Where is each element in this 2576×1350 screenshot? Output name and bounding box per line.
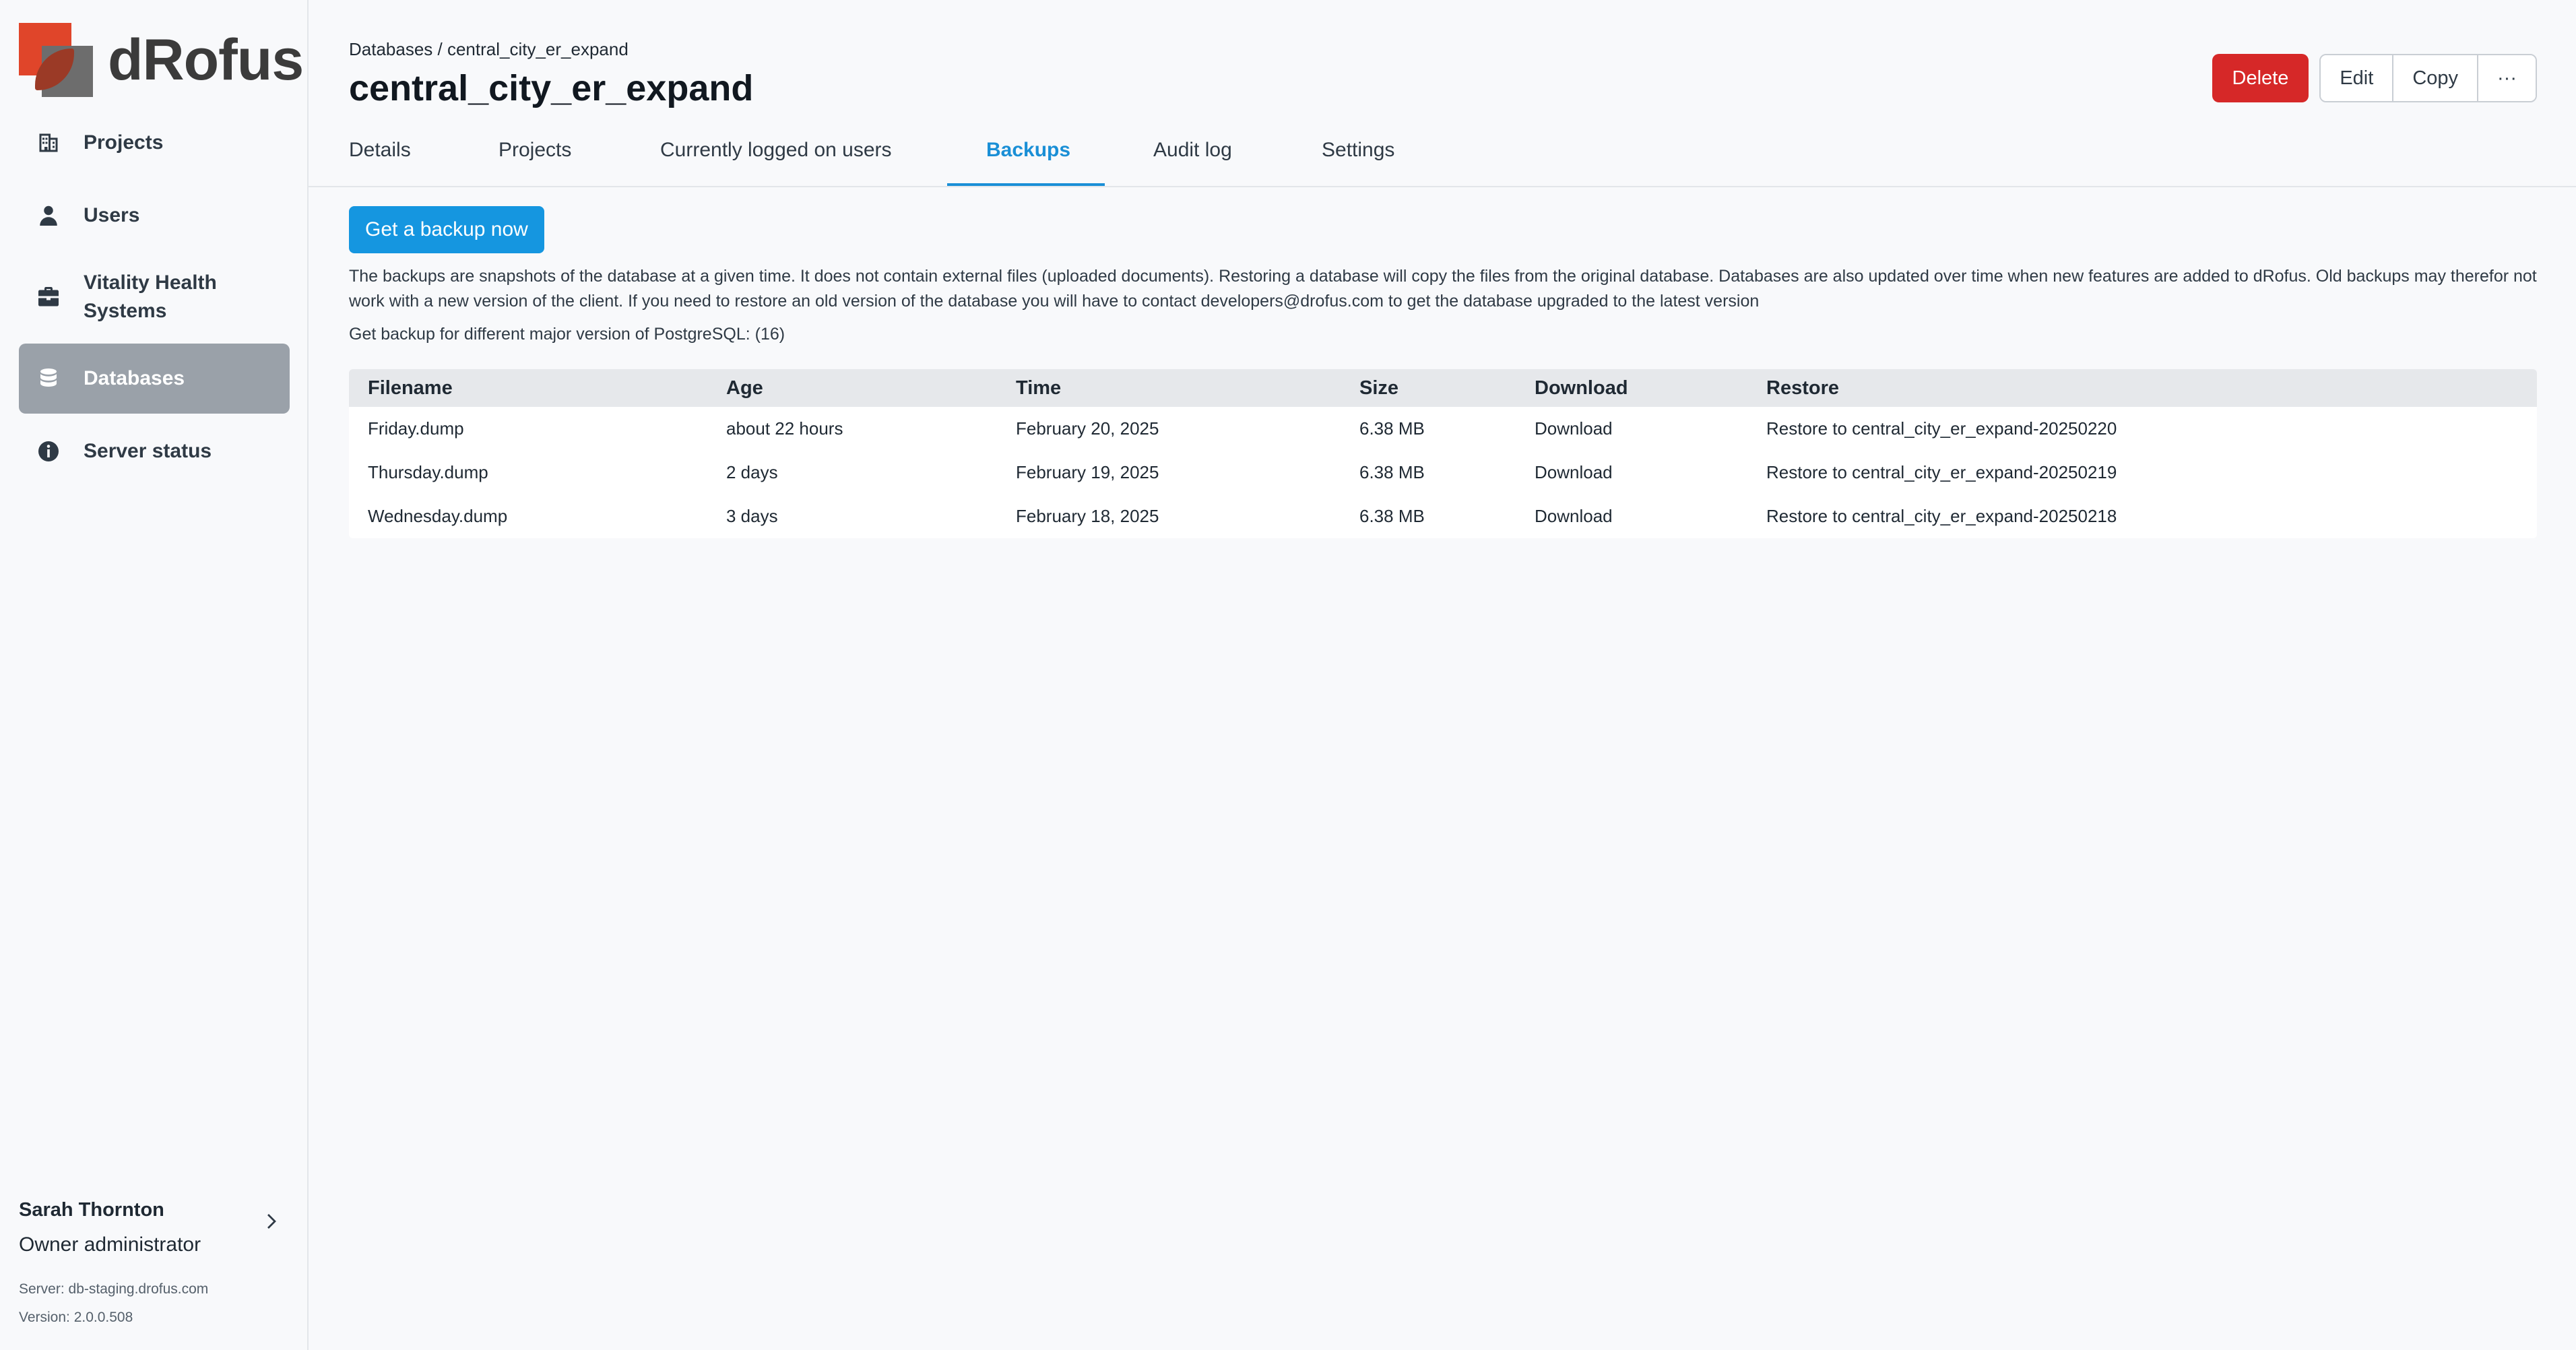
sidebar-nav: Projects Users Vitality Health Systems D… <box>19 108 290 489</box>
table-row: Friday.dump about 22 hours February 20, … <box>349 407 2537 451</box>
get-backup-button[interactable]: Get a backup now <box>349 206 544 253</box>
more-options-button[interactable]: ··· <box>2477 55 2536 101</box>
tab-currently-logged-on-users[interactable]: Currently logged on users <box>660 139 892 162</box>
restore-link[interactable]: Restore to central_city_er_expand-202502… <box>1766 462 2117 483</box>
app-root: dRofus Projects Users Vitality Health Sy… <box>0 0 2576 1350</box>
size-cell: 6.38 MB <box>1359 506 1425 526</box>
server-info: Server: db-staging.drofus.com Version: 2… <box>19 1281 208 1338</box>
tab-bar: Details Projects Currently logged on use… <box>309 128 2576 187</box>
copy-button[interactable]: Copy <box>2392 55 2478 101</box>
postgres-version-link[interactable]: Get backup for different major version o… <box>349 325 785 344</box>
sidebar-item-label: Projects <box>84 131 164 154</box>
download-link[interactable]: Download <box>1535 506 1613 527</box>
header-actions: Delete Edit Copy ··· <box>2212 54 2537 102</box>
user-icon <box>35 202 62 229</box>
logo-text: dRofus <box>108 27 304 92</box>
tab-settings[interactable]: Settings <box>1322 139 1394 162</box>
backup-info-text: The backups are snapshots of the databas… <box>349 267 2537 311</box>
restore-link[interactable]: Restore to central_city_er_expand-202502… <box>1766 418 2117 439</box>
size-cell: 6.38 MB <box>1359 462 1425 482</box>
drofus-logo-icon <box>19 23 93 97</box>
column-header: Size <box>1359 377 1399 399</box>
column-header: Age <box>726 377 763 399</box>
tab-details[interactable]: Details <box>349 139 411 162</box>
user-role: Owner administrator <box>19 1233 201 1256</box>
sidebar-item-label: Server status <box>84 440 212 462</box>
logo[interactable]: dRofus <box>19 23 304 97</box>
tab-projects[interactable]: Projects <box>498 139 571 162</box>
time-cell: February 19, 2025 <box>1016 462 1159 482</box>
age-cell: 2 days <box>726 462 778 482</box>
building-icon <box>35 129 62 156</box>
active-tab-indicator <box>947 183 1105 186</box>
sidebar-item-projects[interactable]: Projects <box>19 108 290 178</box>
sidebar-item-server-status[interactable]: Server status <box>19 416 290 486</box>
main-content: Databases / central_city_er_expand centr… <box>309 0 2576 1350</box>
breadcrumb[interactable]: Databases / central_city_er_expand <box>349 39 629 60</box>
download-link[interactable]: Download <box>1535 418 1613 439</box>
sidebar-item-databases[interactable]: Databases <box>19 344 290 414</box>
table-row: Wednesday.dump 3 days February 18, 2025 … <box>349 494 2537 538</box>
server-name: Server: db-staging.drofus.com <box>19 1281 209 1297</box>
filename-cell: Thursday.dump <box>368 462 488 482</box>
edit-button[interactable]: Edit <box>2321 55 2393 101</box>
column-header: Restore <box>1766 377 1839 399</box>
download-link[interactable]: Download <box>1535 462 1613 483</box>
column-header: Time <box>1016 377 1062 399</box>
tab-backups[interactable]: Backups <box>986 139 1070 162</box>
tab-audit-log[interactable]: Audit log <box>1153 139 1232 162</box>
database-icon <box>35 365 62 392</box>
delete-button[interactable]: Delete <box>2212 54 2309 102</box>
filename-cell: Friday.dump <box>368 418 464 439</box>
sidebar-item-label: Databases <box>84 367 185 389</box>
chevron-right-icon[interactable] <box>261 1211 282 1231</box>
sidebar-item-label: Vitality Health Systems <box>84 271 217 322</box>
info-icon <box>35 438 62 465</box>
user-menu[interactable]: Sarah Thornton Owner administrator <box>19 1199 290 1256</box>
table-header: Filename Age Time Size Download Restore <box>349 369 2537 407</box>
table-row: Thursday.dump 2 days February 19, 2025 6… <box>349 451 2537 494</box>
size-cell: 6.38 MB <box>1359 418 1425 439</box>
time-cell: February 20, 2025 <box>1016 418 1159 439</box>
action-button-group: Edit Copy ··· <box>2319 54 2537 102</box>
restore-link[interactable]: Restore to central_city_er_expand-202502… <box>1766 506 2117 527</box>
filename-cell: Wednesday.dump <box>368 506 508 526</box>
time-cell: February 18, 2025 <box>1016 506 1159 526</box>
column-header: Download <box>1535 377 1628 399</box>
backups-table: Filename Age Time Size Download Restore … <box>349 369 2537 538</box>
sidebar-item-label: Users <box>84 204 140 226</box>
sidebar-item-vitality-health-systems[interactable]: Vitality Health Systems <box>19 253 290 341</box>
sidebar-item-users[interactable]: Users <box>19 181 290 251</box>
user-name: Sarah Thornton <box>19 1199 164 1221</box>
version: Version: 2.0.0.508 <box>19 1310 133 1325</box>
age-cell: 3 days <box>726 506 778 526</box>
sidebar: dRofus Projects Users Vitality Health Sy… <box>0 0 309 1350</box>
column-header: Filename <box>368 377 453 399</box>
page-title: central_city_er_expand <box>349 68 754 108</box>
age-cell: about 22 hours <box>726 418 843 439</box>
briefcase-icon <box>35 284 62 311</box>
